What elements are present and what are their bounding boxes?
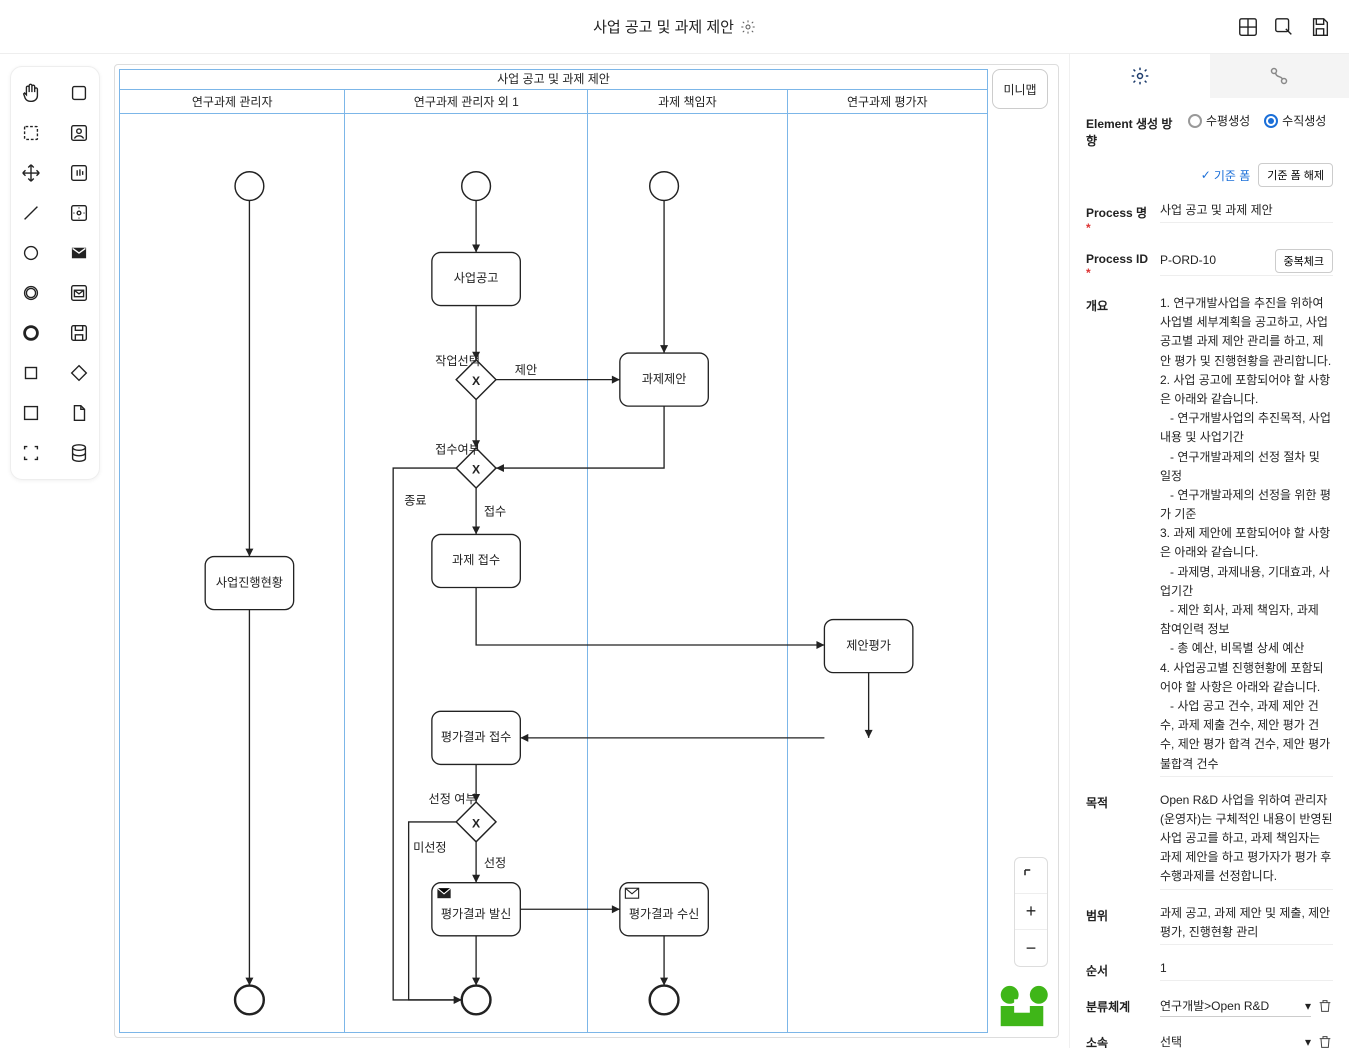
svg-text:평가결과 접수: 평가결과 접수 bbox=[441, 730, 511, 744]
svg-text:평가결과 수신: 평가결과 수신 bbox=[629, 907, 699, 921]
grid-icon[interactable] bbox=[1237, 16, 1259, 38]
tab-settings[interactable] bbox=[1070, 54, 1210, 98]
tool-lasso[interactable] bbox=[10, 117, 52, 149]
tool-message2[interactable] bbox=[58, 277, 100, 309]
bpmn-svg: 사업진행현황 사업공고 X 작업선택 제안 X 접수여부 접수 종료 과제 접수… bbox=[120, 70, 987, 1032]
svg-text:접수: 접수 bbox=[484, 505, 506, 519]
zoom-in[interactable]: + bbox=[1015, 894, 1047, 930]
svg-text:제안: 제안 bbox=[515, 363, 537, 377]
gear-icon bbox=[1130, 66, 1150, 86]
start-event[interactable] bbox=[235, 172, 264, 201]
label-overview: 개요 bbox=[1086, 294, 1150, 314]
overview-text[interactable]: 1. 연구개발사업을 추진을 위하여 사업별 세부계획을 공고하고, 사업 공고… bbox=[1160, 294, 1333, 777]
tool-diamond[interactable] bbox=[58, 357, 100, 389]
svg-text:사업진행현황: 사업진행현황 bbox=[216, 574, 283, 589]
label-process-id: Process ID bbox=[1086, 252, 1148, 280]
default-form-cancel-button[interactable]: 기준 폼 해제 bbox=[1258, 163, 1333, 187]
svg-text:종료: 종료 bbox=[404, 493, 426, 507]
zoom-fit[interactable] bbox=[1015, 858, 1047, 894]
gear-icon[interactable] bbox=[740, 19, 756, 35]
end-event[interactable] bbox=[235, 986, 264, 1015]
diagram-canvas[interactable]: 미니맵 사업 공고 및 과제 제안 연구과제 관리자 연구과제 관리자 외 1 … bbox=[114, 64, 1059, 1038]
zoom-controls: + − bbox=[1014, 857, 1048, 967]
tool-hand2[interactable] bbox=[58, 157, 100, 189]
label-scope: 범위 bbox=[1086, 904, 1150, 924]
tool-palette bbox=[0, 54, 110, 1048]
title-text: 사업 공고 및 과제 제안 bbox=[593, 16, 734, 37]
svg-text:평가결과 발신: 평가결과 발신 bbox=[441, 907, 511, 921]
tool-square[interactable] bbox=[10, 357, 52, 389]
svg-text:선정: 선정 bbox=[484, 856, 506, 870]
search-icon[interactable] bbox=[1273, 16, 1295, 38]
page-title: 사업 공고 및 과제 제안 bbox=[593, 16, 756, 37]
dup-check-button[interactable]: 중복체크 bbox=[1275, 249, 1333, 273]
tool-endcircle[interactable] bbox=[10, 317, 52, 349]
label-element-dir: Element 생성 방향 bbox=[1086, 112, 1178, 149]
label-process-name: Process 명 bbox=[1086, 206, 1147, 235]
category-select[interactable]: 연구개발>Open R&D▾ bbox=[1160, 995, 1311, 1017]
tool-circle[interactable] bbox=[10, 237, 52, 269]
tool-box[interactable] bbox=[10, 397, 52, 429]
label-purpose: 목적 bbox=[1086, 791, 1150, 811]
purpose-text[interactable]: Open R&D 사업을 위하여 관리자(운영자)는 구체적인 내용이 반영된 … bbox=[1160, 791, 1333, 890]
order-input[interactable]: 1 bbox=[1160, 959, 1333, 981]
svg-text:미선정: 미선정 bbox=[413, 841, 447, 855]
parent-select[interactable]: 선택▾ bbox=[1160, 1031, 1311, 1048]
flow-icon bbox=[1269, 66, 1289, 86]
properties-panel: Element 생성 방향 수평생성 수직생성 ✓ 기준 폼 기준 폼 해제 P… bbox=[1069, 54, 1349, 1048]
tool-line[interactable] bbox=[10, 197, 52, 229]
tool-message[interactable] bbox=[58, 237, 100, 269]
save-icon[interactable] bbox=[1309, 16, 1331, 38]
svg-text:X: X bbox=[472, 374, 480, 388]
tool-user[interactable] bbox=[58, 117, 100, 149]
scope-text[interactable]: 과제 공고, 과제 제안 및 제출, 제안 평가, 진행현황 관리 bbox=[1160, 904, 1333, 945]
svg-text:선정 여부: 선정 여부 bbox=[429, 792, 477, 806]
tool-save2[interactable] bbox=[58, 317, 100, 349]
zoom-out[interactable]: − bbox=[1015, 930, 1047, 966]
svg-text:X: X bbox=[472, 816, 480, 830]
chevron-down-icon: ▾ bbox=[1305, 1035, 1311, 1048]
tool-db[interactable] bbox=[58, 437, 100, 469]
minimap-button[interactable]: 미니맵 bbox=[992, 69, 1048, 109]
tool-doc[interactable] bbox=[58, 397, 100, 429]
svg-text:X: X bbox=[472, 462, 480, 476]
svg-text:접수여부: 접수여부 bbox=[435, 443, 480, 457]
tool-circle2[interactable] bbox=[10, 277, 52, 309]
process-id-input[interactable]: P-ORD-10 bbox=[1160, 251, 1269, 270]
radio-vertical[interactable]: 수직생성 bbox=[1264, 112, 1326, 129]
start-event[interactable] bbox=[650, 172, 679, 201]
tool-gear[interactable] bbox=[58, 197, 100, 229]
svg-text:과제제안: 과제제안 bbox=[642, 372, 687, 386]
default-form-link[interactable]: ✓ 기준 폼 bbox=[1201, 167, 1251, 184]
label-parent: 소속 Process bbox=[1086, 1031, 1150, 1048]
trash-icon[interactable] bbox=[1317, 998, 1333, 1014]
start-event[interactable] bbox=[462, 172, 491, 201]
app-header: 사업 공고 및 과제 제안 bbox=[0, 0, 1349, 54]
tool-move[interactable] bbox=[10, 157, 52, 189]
tool-corners[interactable] bbox=[10, 437, 52, 469]
svg-text:작업선택: 작업선택 bbox=[435, 354, 480, 368]
app-logo-icon bbox=[994, 983, 1050, 1029]
radio-horizontal[interactable]: 수평생성 bbox=[1188, 112, 1250, 129]
tool-hand[interactable] bbox=[10, 77, 52, 109]
end-event[interactable] bbox=[462, 986, 491, 1015]
label-category: 분류체계 bbox=[1086, 995, 1150, 1015]
chevron-down-icon: ▾ bbox=[1305, 999, 1311, 1013]
bpmn-pool[interactable]: 사업 공고 및 과제 제안 연구과제 관리자 연구과제 관리자 외 1 과제 책… bbox=[119, 69, 988, 1033]
trash-icon[interactable] bbox=[1317, 1034, 1333, 1048]
tool-rect[interactable] bbox=[58, 77, 100, 109]
label-order: 순서 bbox=[1086, 959, 1150, 979]
svg-text:과제 접수: 과제 접수 bbox=[452, 553, 500, 567]
svg-text:사업공고: 사업공고 bbox=[454, 271, 499, 285]
svg-text:제안평가: 제안평가 bbox=[846, 638, 891, 652]
end-event[interactable] bbox=[650, 986, 679, 1015]
tab-flow[interactable] bbox=[1210, 54, 1349, 98]
process-name-input[interactable]: 사업 공고 및 과제 제안 bbox=[1160, 201, 1333, 223]
